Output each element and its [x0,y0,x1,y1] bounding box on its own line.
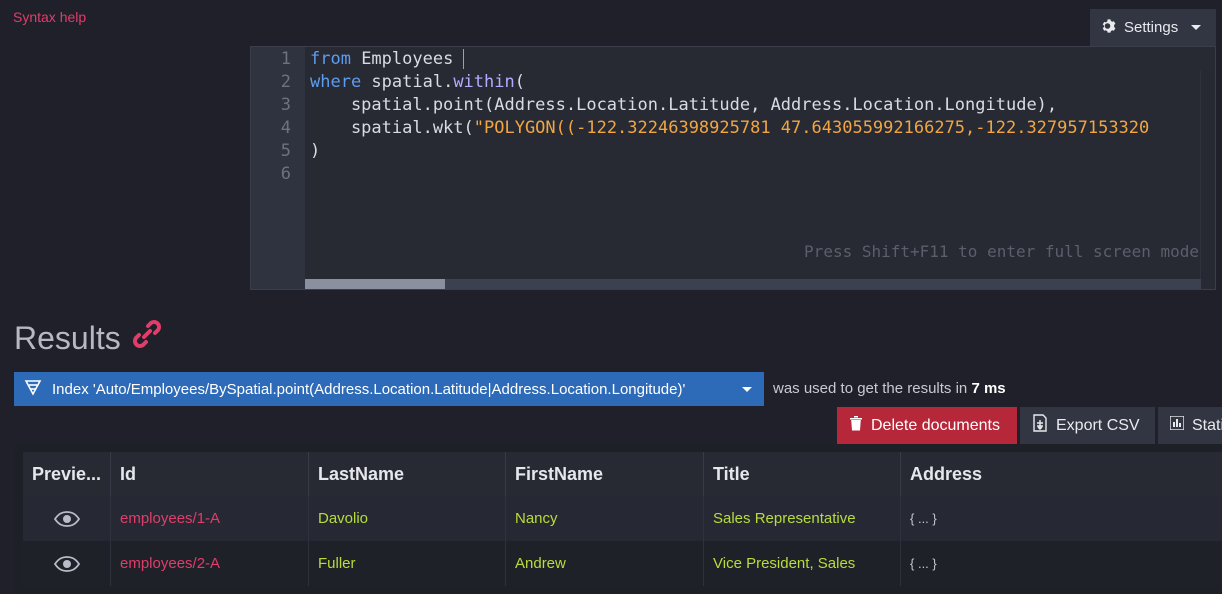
vertical-scrollbar[interactable] [1200,71,1215,279]
delete-documents-button[interactable]: Delete documents [837,407,1017,444]
address-cell[interactable]: { ... } [900,541,1222,586]
fullscreen-hint: Press Shift+F11 to enter full screen mod… [804,242,1199,261]
code-line: where spatial.within( [310,71,525,94]
editor-gutter: 1 2 3 4 5 6 [251,47,305,289]
line-number: 2 [280,72,291,92]
title-cell: Vice President, Sales [703,541,900,586]
column-header-preview[interactable]: Previe... [23,452,110,496]
column-header-title[interactable]: Title [703,452,900,496]
firstname-cell: Nancy [505,496,703,541]
gear-icon [1101,18,1117,38]
keyword: where [310,72,362,92]
column-header-lastname[interactable]: LastName [308,452,505,496]
index-dropdown[interactable]: Index 'Auto/Employees/BySpatial.point(Ad… [14,372,764,406]
line-number: 4 [280,118,291,138]
index-label: Index 'Auto/Employees/BySpatial.point(Ad… [52,380,686,398]
title-cell: Sales Representative [703,496,900,541]
column-header-id[interactable]: Id [110,452,308,496]
trash-icon [849,415,863,436]
table-row[interactable]: employees/2-A Fuller Andrew Vice Preside… [23,541,1222,586]
stats-icon [1169,415,1185,435]
code-text: spatial.point(Address.Location.Latitude,… [310,95,1058,115]
document-id-link[interactable]: employees/1-A [120,510,220,527]
settings-label: Settings [1124,19,1179,36]
code-line: spatial.wkt("POLYGON((-122.3224639892578… [310,117,1149,140]
address-cell[interactable]: { ... } [900,496,1222,541]
code-text: ( [514,72,525,92]
statistics-button[interactable]: Statistics [1158,407,1222,444]
column-header-firstname[interactable]: FirstName [505,452,703,496]
link-icon[interactable] [131,318,163,358]
chevron-down-icon [742,386,752,392]
timing-duration: 7 ms [971,380,1006,397]
table-row[interactable]: employees/1-A Davolio Nancy Sales Repres… [23,496,1222,541]
string-literal: "POLYGON((-122.32246398925781 47.6430559… [473,118,1150,138]
document-id-link[interactable]: employees/2-A [120,555,220,572]
text-cursor [463,49,465,69]
lastname-cell: Davolio [308,496,505,541]
export-label: Export CSV [1056,416,1140,434]
code-text: ) [310,141,321,161]
query-editor[interactable]: 1 2 3 4 5 6 from Employees where spatial… [250,46,1216,290]
code-line: from Employees [310,48,465,71]
export-icon [1032,414,1048,437]
results-title: Results [14,319,121,356]
line-number: 5 [280,141,291,161]
lastname-cell: Fuller [308,541,505,586]
syntax-help-link[interactable]: Syntax help [13,9,86,25]
results-grid: Previe... Id LastName FirstName Title Ad… [14,444,1222,594]
code-line: spatial.point(Address.Location.Latitude,… [310,94,1057,117]
code-text: Employees [350,49,454,69]
line-number: 6 [280,164,291,184]
statistics-label: Statistics [1192,416,1222,434]
code-area[interactable]: from Employees where spatial.within( spa… [305,47,1215,289]
delete-label: Delete documents [871,416,1000,434]
line-number: 1 [280,49,291,69]
keyword: from [310,49,351,69]
settings-button[interactable]: Settings [1090,9,1216,46]
results-heading: Results [14,318,163,358]
code-text: spatial. [361,72,454,92]
column-header-address[interactable]: Address [900,452,1222,496]
code-line: ) [310,140,320,163]
export-csv-button[interactable]: Export CSV [1020,407,1155,444]
firstname-cell: Andrew [505,541,703,586]
preview-eye-icon[interactable] [23,541,110,586]
index-icon [24,378,42,400]
horizontal-scrollbar[interactable] [305,279,1201,289]
timing-text: was used to get the results in [773,380,968,397]
id-cell[interactable]: employees/2-A [110,541,308,586]
id-cell[interactable]: employees/1-A [110,496,308,541]
code-text: spatial.wkt( [310,118,474,138]
scrollbar-thumb[interactable] [305,279,445,289]
query-timing: was used to get the results in 7 ms [773,380,1006,397]
line-number: 3 [280,95,291,115]
preview-eye-icon[interactable] [23,496,110,541]
function-name: within [453,72,515,92]
grid-header: Previe... Id LastName FirstName Title Ad… [23,452,1222,496]
chevron-down-icon [1191,25,1202,30]
